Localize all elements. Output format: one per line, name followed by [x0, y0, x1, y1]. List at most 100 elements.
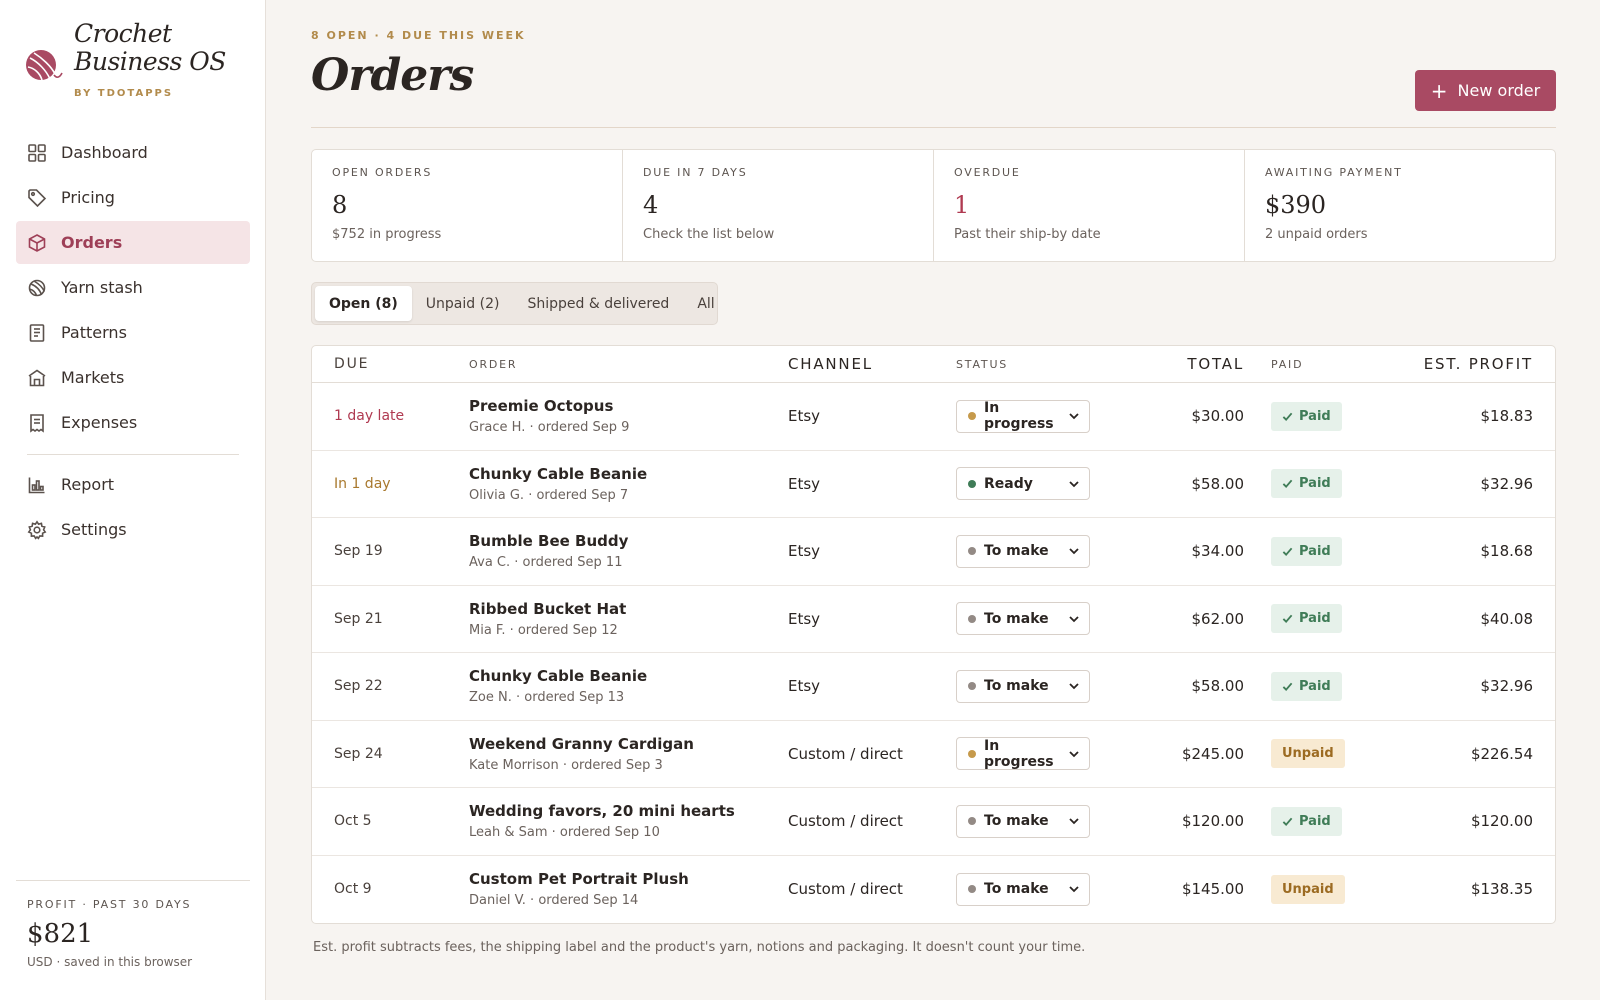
header-divider [311, 127, 1556, 128]
sidebar-item-expenses[interactable]: Expenses [16, 401, 250, 444]
status-select[interactable]: To make [956, 534, 1090, 568]
status-label: Ready [984, 475, 1033, 492]
total-cell: $30.00 [1191, 407, 1245, 426]
status-select[interactable]: To make [956, 804, 1090, 838]
order-name[interactable]: Chunky Cable Beanie [469, 465, 788, 483]
profit-cell: $18.83 [1480, 407, 1534, 426]
column-header-status[interactable]: STATUS [956, 358, 1124, 371]
brand[interactable]: Crochet Business OS BY TDOTAPPS [24, 20, 254, 105]
channel-cell: Etsy [788, 474, 821, 493]
status-label: To make [984, 813, 1049, 830]
status-select[interactable]: To make [956, 669, 1090, 703]
sidebar-item-label: Dashboard [61, 143, 148, 162]
order-filter-tabs: Open (8) Unpaid (2) Shipped & delivered … [311, 282, 718, 325]
order-name[interactable]: Wedding favors, 20 mini hearts [469, 802, 788, 820]
paid-label: Unpaid [1282, 881, 1334, 897]
order-meta: Mia F. · ordered Sep 12 [469, 622, 618, 638]
status-label: To make [984, 610, 1049, 627]
paid-badge[interactable]: Paid [1271, 604, 1342, 634]
order-name[interactable]: Custom Pet Portrait Plush [469, 870, 788, 888]
order-meta: Olivia G. · ordered Sep 7 [469, 487, 629, 503]
column-header-total[interactable]: TOTAL [1124, 355, 1244, 373]
sidebar-item-markets[interactable]: Markets [16, 356, 250, 399]
order-name[interactable]: Preemie Octopus [469, 397, 788, 415]
profit-cell: $138.35 [1470, 880, 1533, 899]
gear-icon [27, 519, 47, 540]
table-row[interactable]: Sep 19 Bumble Bee Buddy Ava C. · ordered… [312, 518, 1555, 586]
order-meta: Grace H. · ordered Sep 9 [469, 420, 630, 436]
table-row[interactable]: Oct 5 Wedding favors, 20 mini hearts Lea… [312, 788, 1555, 856]
sidebar-item-report[interactable]: Report [16, 463, 250, 506]
brand-byline: BY TDOTAPPS [74, 88, 174, 99]
stat-due-7-days: DUE IN 7 DAYS 4 Check the list below [623, 150, 934, 261]
paid-label: Unpaid [1282, 746, 1334, 762]
due-cell: Sep 21 [334, 610, 383, 627]
sidebar-item-dashboard[interactable]: Dashboard [16, 131, 250, 174]
tab-open[interactable]: Open (8) [315, 286, 412, 321]
paid-badge[interactable]: Paid [1271, 536, 1342, 566]
sidebar-item-label: Expenses [61, 413, 138, 432]
paid-badge[interactable]: Unpaid [1271, 739, 1345, 769]
column-header-paid[interactable]: PAID [1244, 358, 1374, 371]
stat-sub: $752 in progress [332, 227, 442, 242]
profit-cell: $40.08 [1480, 609, 1534, 628]
column-header-channel[interactable]: CHANNEL [788, 355, 956, 373]
stat-sub: Past their ship-by date [954, 227, 1101, 242]
table-row[interactable]: Sep 21 Ribbed Bucket Hat Mia F. · ordere… [312, 586, 1555, 653]
order-name[interactable]: Bumble Bee Buddy [469, 532, 788, 550]
tab-all[interactable]: All [683, 286, 728, 321]
order-name[interactable]: Chunky Cable Beanie [469, 667, 788, 685]
sidebar-item-label: Patterns [61, 323, 127, 342]
table-row[interactable]: Sep 22 Chunky Cable Beanie Zoe N. · orde… [312, 653, 1555, 721]
sidebar-item-label: Yarn stash [61, 278, 143, 297]
column-header-order[interactable]: ORDER [469, 358, 788, 371]
box-icon [27, 233, 47, 253]
status-cell: To make [956, 602, 1124, 636]
sidebar-item-pricing[interactable]: Pricing [16, 176, 250, 219]
sidebar-nav: Dashboard Pricing Orders Yarn stash Patt… [16, 131, 250, 553]
sidebar-item-label: Report [61, 475, 115, 494]
channel-cell: Custom / direct [788, 812, 903, 831]
order-name[interactable]: Weekend Granny Cardigan [469, 735, 788, 753]
column-header-due[interactable]: DUE [312, 356, 469, 372]
status-select[interactable]: In progress [956, 399, 1090, 433]
paid-badge[interactable]: Unpaid [1271, 874, 1345, 904]
check-icon [1282, 546, 1293, 557]
order-name[interactable]: Ribbed Bucket Hat [469, 600, 788, 618]
table-row[interactable]: In 1 day Chunky Cable Beanie Olivia G. ·… [312, 451, 1555, 518]
status-select[interactable]: Ready [956, 467, 1090, 501]
sidebar-item-orders[interactable]: Orders [16, 221, 250, 264]
bar-chart-icon [27, 475, 47, 495]
sidebar-item-label: Pricing [61, 188, 115, 207]
column-header-est-profit[interactable]: EST. PROFIT [1374, 355, 1555, 373]
channel-cell: Etsy [788, 407, 821, 426]
status-select[interactable]: To make [956, 872, 1090, 906]
channel-cell: Etsy [788, 609, 821, 628]
tag-icon [27, 188, 47, 208]
channel-cell: Custom / direct [788, 880, 903, 899]
total-cell: $62.00 [1191, 609, 1245, 628]
table-row[interactable]: Sep 24 Weekend Granny Cardigan Kate Morr… [312, 721, 1555, 788]
stat-sub: Check the list below [643, 227, 775, 242]
tab-unpaid[interactable]: Unpaid (2) [412, 286, 514, 321]
table-row[interactable]: Oct 9 Custom Pet Portrait Plush Daniel V… [312, 856, 1555, 924]
sidebar-item-patterns[interactable]: Patterns [16, 311, 250, 354]
paid-badge[interactable]: Paid [1271, 671, 1342, 701]
table-row[interactable]: 1 day late Preemie Octopus Grace H. · or… [312, 383, 1555, 451]
status-select[interactable]: To make [956, 602, 1090, 636]
status-dot [968, 885, 976, 894]
paid-badge[interactable]: Paid [1271, 401, 1342, 431]
paid-badge[interactable]: Paid [1271, 806, 1342, 836]
status-cell: To make [956, 534, 1124, 568]
order-cell: Weekend Granny Cardigan Kate Morrison · … [469, 735, 788, 773]
paid-badge[interactable]: Paid [1271, 469, 1342, 499]
sidebar-item-settings[interactable]: Settings [16, 508, 250, 551]
order-cell: Bumble Bee Buddy Ava C. · ordered Sep 11 [469, 532, 788, 570]
status-select[interactable]: In progress [956, 737, 1090, 771]
sidebar-item-yarn-stash[interactable]: Yarn stash [16, 266, 250, 309]
tab-shipped-delivered[interactable]: Shipped & delivered [513, 286, 683, 321]
new-order-button[interactable]: + New order [1415, 70, 1556, 111]
paid-label: Paid [1299, 543, 1331, 559]
order-cell: Ribbed Bucket Hat Mia F. · ordered Sep 1… [469, 600, 788, 638]
stat-value: 8 [332, 191, 348, 219]
